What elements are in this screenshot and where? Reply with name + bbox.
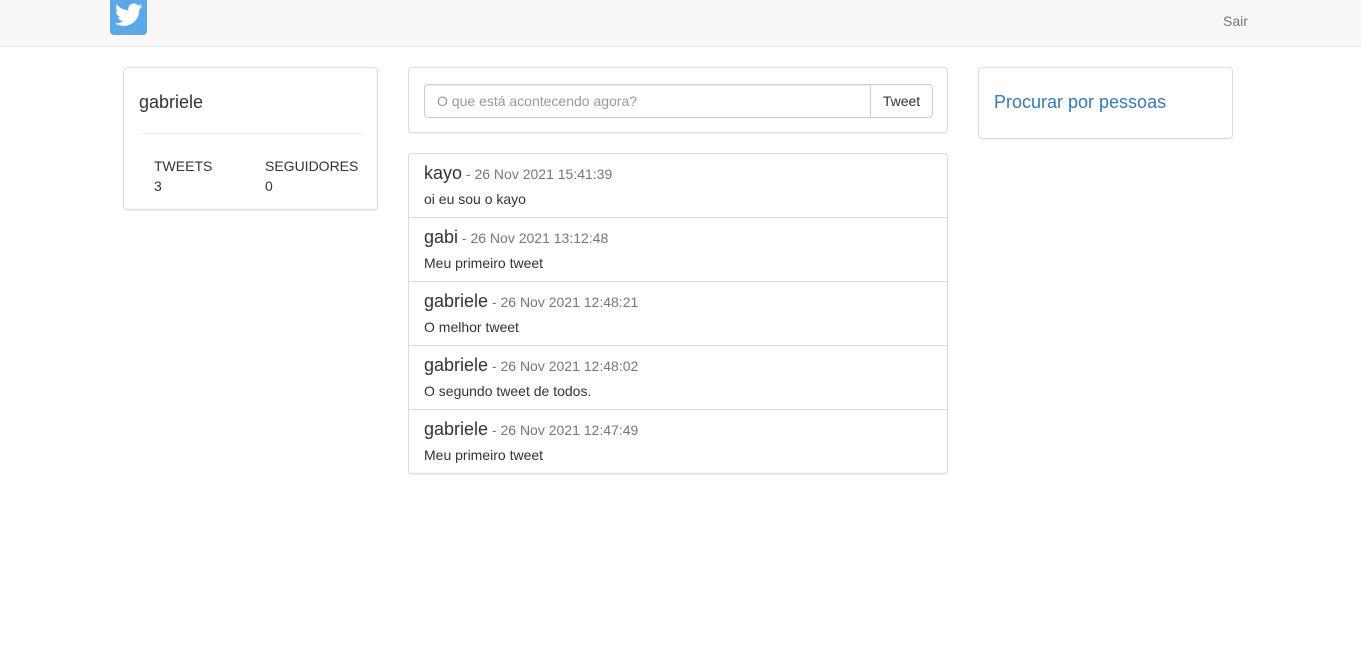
tweet-header: gabriele - 26 Nov 2021 12:48:02: [424, 355, 638, 376]
tweet-date: - 26 Nov 2021 12:48:02: [488, 358, 639, 374]
tweet-date: - 26 Nov 2021 13:12:48: [458, 230, 609, 246]
tweet-date: - 26 Nov 2021 12:47:49: [488, 422, 639, 438]
compose-panel: Tweet: [408, 67, 948, 133]
tweet-author[interactable]: gabi: [424, 227, 458, 247]
tweet-text: Meu primeiro tweet: [424, 255, 544, 271]
tweet-header: kayo - 26 Nov 2021 15:41:39: [424, 163, 612, 184]
search-people-panel: Procurar por pessoas: [978, 67, 1233, 139]
tweet-author[interactable]: gabriele: [424, 355, 488, 375]
tweet-item: gabriele - 26 Nov 2021 12:48:21 O melhor…: [409, 282, 947, 346]
tweet-item: kayo - 26 Nov 2021 15:41:39 oi eu sou o …: [409, 154, 947, 218]
top-navbar: Sair: [0, 0, 1361, 47]
logout-link[interactable]: Sair: [1223, 13, 1248, 29]
tweet-item: gabriele - 26 Nov 2021 12:47:49 Meu prim…: [409, 410, 947, 474]
followers-stat-label: SEGUIDORES: [265, 158, 359, 174]
tweet-header: gabriele - 26 Nov 2021 12:48:21: [424, 291, 638, 312]
tweet-button[interactable]: Tweet: [870, 84, 933, 118]
followers-stat[interactable]: SEGUIDORES 0: [265, 156, 358, 196]
profile-username: gabriele: [139, 92, 204, 112]
followers-stat-count: 0: [265, 178, 273, 194]
tweet-date: - 26 Nov 2021 15:41:39: [462, 166, 613, 182]
tweet-item: gabriele - 26 Nov 2021 12:48:02 O segund…: [409, 346, 947, 410]
tweet-feed: kayo - 26 Nov 2021 15:41:39 oi eu sou o …: [408, 153, 948, 474]
tweet-text: O melhor tweet: [424, 319, 519, 335]
tweet-header: gabi - 26 Nov 2021 13:12:48: [424, 227, 608, 248]
tweet-author[interactable]: gabriele: [424, 291, 488, 311]
tweet-date: - 26 Nov 2021 12:48:21: [488, 294, 639, 310]
tweets-stat-count: 3: [154, 178, 162, 194]
profile-card: gabriele TWEETS 3 SEGUIDORES 0: [123, 67, 378, 210]
tweets-stat[interactable]: TWEETS 3: [154, 156, 212, 196]
profile-divider: [139, 133, 362, 134]
tweet-text: Meu primeiro tweet: [424, 447, 544, 463]
home-logo-link[interactable]: [110, 0, 147, 35]
tweets-stat-label: TWEETS: [154, 158, 213, 174]
tweet-header: gabriele - 26 Nov 2021 12:47:49: [424, 419, 638, 440]
tweet-author[interactable]: gabriele: [424, 419, 488, 439]
tweet-input[interactable]: [424, 84, 871, 118]
tweet-item: gabi - 26 Nov 2021 13:12:48 Meu primeiro…: [409, 218, 947, 282]
twitter-bird-icon: [114, 3, 143, 32]
search-people-link[interactable]: Procurar por pessoas: [994, 92, 1166, 113]
tweet-author[interactable]: kayo: [424, 163, 462, 183]
tweet-text: oi eu sou o kayo: [424, 191, 526, 207]
tweet-text: O segundo tweet de todos.: [424, 383, 592, 399]
